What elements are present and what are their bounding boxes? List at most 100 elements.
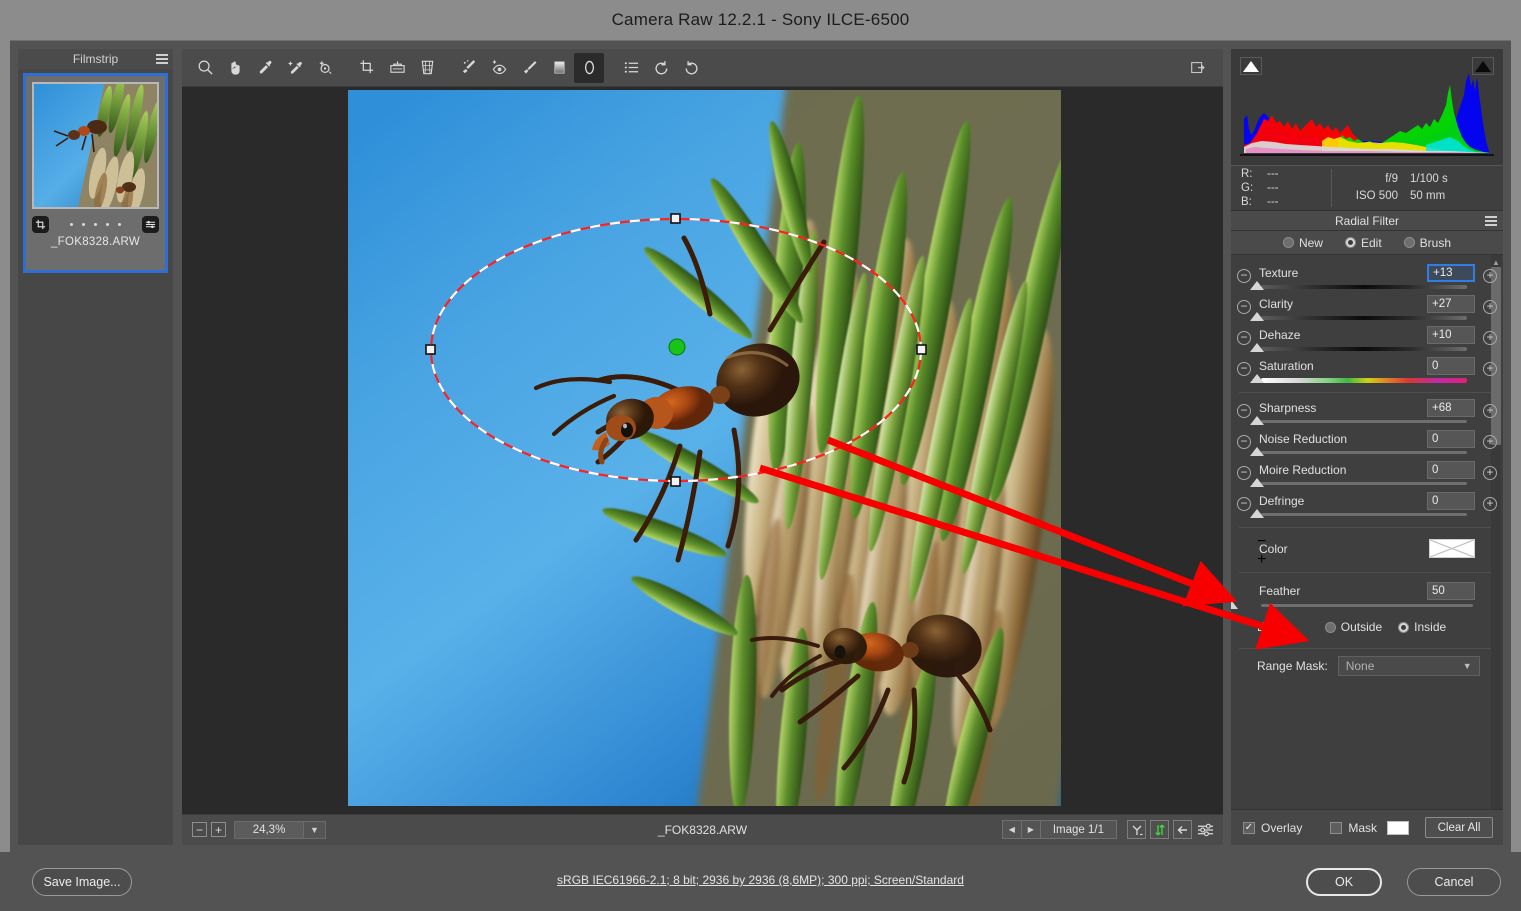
previous-image-button[interactable]: ◀ <box>1003 821 1022 838</box>
mask-checkbox[interactable]: Mask <box>1330 821 1377 835</box>
mode-new-radio[interactable]: New <box>1282 236 1323 250</box>
spot-removal-tool[interactable] <box>454 53 484 83</box>
straighten-tool[interactable] <box>382 53 412 83</box>
mask-color-swatch[interactable] <box>1387 820 1410 835</box>
crop-tool[interactable] <box>352 53 382 83</box>
zoom-tool[interactable] <box>190 53 220 83</box>
sharpness-track[interactable] <box>1261 420 1467 423</box>
moire-reduction-track[interactable] <box>1261 482 1467 485</box>
moire-reduction-thumb[interactable] <box>1250 478 1264 487</box>
saturation-value-field[interactable]: 0 <box>1427 357 1475 375</box>
shadow-clipping-warning-icon[interactable] <box>1240 57 1262 75</box>
slider-noise-reduction[interactable]: − Noise Reduction 0 + <box>1231 429 1503 460</box>
noise-reduction-value-field[interactable]: 0 <box>1427 430 1475 448</box>
slider-saturation[interactable]: − Saturation 0 + <box>1231 356 1503 387</box>
saturation-increase-button[interactable]: + <box>1483 362 1497 376</box>
sharpness-thumb[interactable] <box>1250 416 1264 425</box>
noise-reduction-increase-button[interactable]: + <box>1483 435 1497 449</box>
slider-clarity[interactable]: − Clarity +27 + <box>1231 294 1503 325</box>
ok-button[interactable]: OK <box>1306 868 1382 896</box>
adjustment-brush-tool[interactable] <box>514 53 544 83</box>
noise-reduction-decrease-button[interactable]: − <box>1237 435 1251 449</box>
effect-inside-radio[interactable]: Inside <box>1398 620 1446 634</box>
dehaze-value-field[interactable]: +10 <box>1427 326 1475 344</box>
defringe-decrease-button[interactable]: − <box>1237 497 1251 511</box>
zoom-level-value[interactable]: 24,3% <box>234 820 304 839</box>
moire-reduction-value-field[interactable]: 0 <box>1427 461 1475 479</box>
defringe-value-field[interactable]: 0 <box>1427 492 1475 510</box>
empty-color-swatch-icon[interactable] <box>1429 539 1475 558</box>
dehaze-thumb[interactable] <box>1250 343 1264 352</box>
feather-value-field[interactable]: 50 <box>1427 582 1475 600</box>
slider-texture[interactable]: − Texture +13 + <box>1231 263 1503 294</box>
effect-outside-radio[interactable]: Outside <box>1324 620 1382 634</box>
zoom-in-button[interactable]: + <box>211 822 226 837</box>
preview-settings-icon[interactable] <box>1196 820 1215 839</box>
panel-menu-icon[interactable] <box>1485 216 1497 226</box>
texture-thumb[interactable] <box>1250 281 1264 290</box>
noise-reduction-thumb[interactable] <box>1250 447 1264 456</box>
hamburger-icon[interactable] <box>156 54 168 64</box>
before-after-icon[interactable] <box>1173 820 1192 839</box>
texture-track[interactable] <box>1261 285 1467 289</box>
range-mask-select[interactable]: None ▼ <box>1337 656 1480 676</box>
color-sampler-tool[interactable] <box>280 53 310 83</box>
dehaze-increase-button[interactable]: + <box>1483 331 1497 345</box>
texture-value-field[interactable]: +13 <box>1427 264 1475 282</box>
defringe-track[interactable] <box>1261 513 1467 516</box>
sharpness-increase-button[interactable]: + <box>1483 404 1497 418</box>
saturation-track[interactable] <box>1261 378 1467 383</box>
highlight-clipping-warning-icon[interactable] <box>1472 57 1494 75</box>
swap-preview-icon[interactable] <box>1150 820 1169 839</box>
moire-reduction-increase-button[interactable]: + <box>1483 466 1497 480</box>
slider-dehaze[interactable]: − Dehaze +10 + <box>1231 325 1503 356</box>
texture-increase-button[interactable]: + <box>1483 269 1497 283</box>
dehaze-track[interactable] <box>1261 347 1467 351</box>
defringe-increase-button[interactable]: + <box>1483 497 1497 511</box>
clarity-thumb[interactable] <box>1250 312 1264 321</box>
color-row[interactable]: − Color + <box>1231 533 1503 568</box>
clear-all-button[interactable]: Clear All <box>1425 817 1493 838</box>
image-canvas[interactable] <box>182 87 1223 814</box>
chevron-down-icon[interactable]: ▼ <box>304 820 326 839</box>
mode-edit-radio[interactable]: Edit <box>1344 236 1382 250</box>
filmstrip-thumbnail-selected[interactable]: _FOK8328.ARW <box>23 73 168 273</box>
clarity-value-field[interactable]: +27 <box>1427 295 1475 313</box>
noise-reduction-track[interactable] <box>1261 451 1467 454</box>
red-eye-tool[interactable] <box>484 53 514 83</box>
dehaze-decrease-button[interactable]: − <box>1237 331 1251 345</box>
feather-row[interactable]: Feather 50 <box>1231 578 1503 612</box>
sharpness-decrease-button[interactable]: − <box>1237 404 1251 418</box>
clarity-track[interactable] <box>1261 316 1467 320</box>
graduated-filter-tool[interactable] <box>544 53 574 83</box>
saturation-thumb[interactable] <box>1250 374 1264 383</box>
transform-tool[interactable] <box>412 53 442 83</box>
next-image-button[interactable]: ▶ <box>1022 821 1041 838</box>
feather-thumb[interactable] <box>1231 600 1238 609</box>
cancel-button[interactable]: Cancel <box>1407 868 1501 896</box>
radial-filter-tool[interactable] <box>574 52 604 83</box>
presets-tool[interactable] <box>616 53 646 83</box>
fullscreen-toggle-icon[interactable] <box>1183 53 1213 83</box>
rotate-cw-tool[interactable] <box>676 53 706 83</box>
feather-track[interactable] <box>1261 604 1473 607</box>
adjustment-badge-icon[interactable] <box>142 215 159 233</box>
preview-photo[interactable] <box>348 90 1061 806</box>
texture-decrease-button[interactable]: − <box>1237 269 1251 283</box>
hand-tool[interactable] <box>220 53 250 83</box>
rotate-ccw-tool[interactable] <box>646 53 676 83</box>
crop-badge-icon[interactable] <box>32 215 49 233</box>
slider-sharpness[interactable]: − Sharpness +68 + <box>1231 398 1503 429</box>
overlay-checkbox[interactable]: ✓ Overlay <box>1243 821 1302 835</box>
saturation-decrease-button[interactable]: − <box>1237 362 1251 376</box>
zoom-out-button[interactable]: − <box>192 822 207 837</box>
targeted-adjustment-tool[interactable] <box>310 53 340 83</box>
sharpness-value-field[interactable]: +68 <box>1427 399 1475 417</box>
clarity-decrease-button[interactable]: − <box>1237 300 1251 314</box>
slider-moire-reduction[interactable]: − Moire Reduction 0 + <box>1231 460 1503 491</box>
workflow-options-link[interactable]: sRGB IEC61966-2.1; 8 bit; 2936 by 2936 (… <box>0 873 1521 887</box>
clarity-increase-button[interactable]: + <box>1483 300 1497 314</box>
synchronize-icon[interactable] <box>1127 820 1146 839</box>
thumbnail-image[interactable] <box>32 82 159 209</box>
defringe-thumb[interactable] <box>1250 509 1264 518</box>
